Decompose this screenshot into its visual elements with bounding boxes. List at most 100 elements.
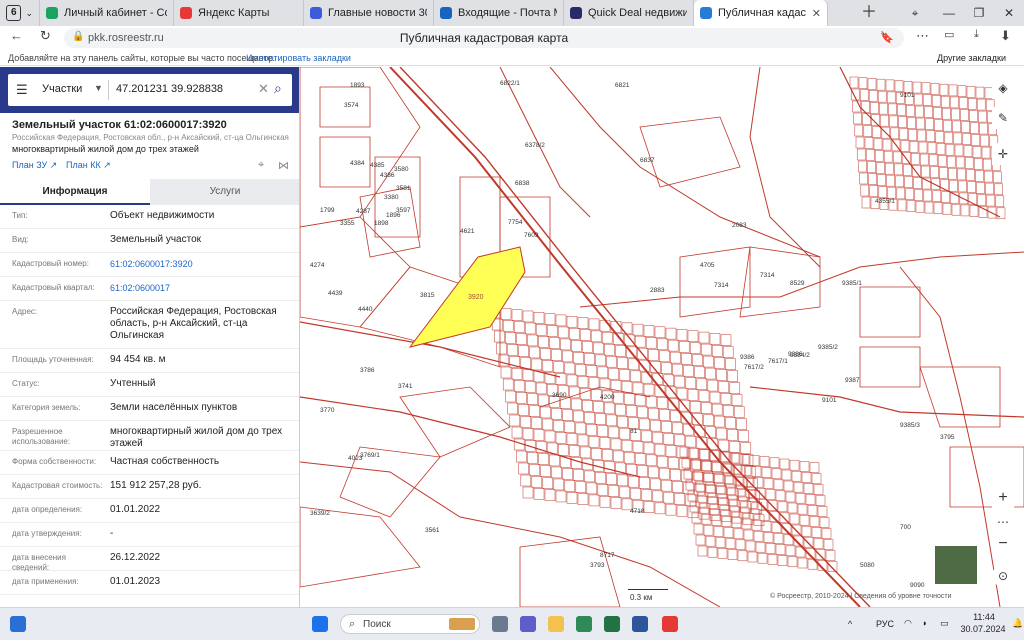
store-icon[interactable] — [576, 616, 592, 632]
tab-favicon-icon — [570, 7, 582, 19]
parcel-cell — [729, 441, 741, 453]
locate-icon[interactable]: ✛ — [992, 143, 1014, 165]
property-link[interactable]: 61:02:0600017:3920 — [110, 258, 290, 270]
tray-chevron-icon[interactable]: ^ — [848, 619, 852, 629]
parcel-number-label: 3639/2 — [310, 510, 330, 517]
property-row: дата утверждения: - — [0, 523, 299, 547]
parcel-cell — [910, 153, 920, 165]
close-tab-icon[interactable]: ✕ — [812, 7, 821, 20]
clock-time[interactable]: 11:44 — [964, 612, 1004, 622]
refresh-icon[interactable]: ↻ — [40, 28, 51, 44]
download-icon[interactable]: ⬇ — [1000, 28, 1011, 44]
widgets-icon[interactable] — [10, 616, 26, 632]
address-field[interactable]: 🔒 pkk.rosreestr.ru Публичная кадастровая… — [64, 28, 904, 48]
property-key: дата применения: — [12, 577, 79, 586]
teams-icon[interactable] — [520, 616, 536, 632]
parcel-cell — [967, 98, 977, 110]
parcel-cell — [593, 342, 604, 355]
property-row: Статус: Учтенный — [0, 373, 299, 397]
parcel-cell — [599, 495, 611, 508]
explorer-icon[interactable] — [548, 616, 564, 632]
property-table: Тип: Объект недвижимости Вид: Земельный уча… — [0, 205, 299, 595]
tab-quickdeal[interactable]: Quick Deal недвижимост — [564, 0, 694, 26]
zoom-out-button[interactable]: − — [992, 533, 1014, 555]
parcel-cell — [738, 430, 749, 442]
layers-icon[interactable]: ◈ — [992, 77, 1014, 99]
new-tab-button[interactable]: ＋ — [854, 0, 884, 26]
start-icon[interactable] — [312, 616, 328, 632]
notification-icon[interactable]: 🔔 — [1012, 618, 1023, 629]
parcel-cell — [544, 489, 556, 501]
search-type-select[interactable]: Участки — [42, 83, 82, 95]
property-link[interactable]: 61:02:0600017 — [110, 282, 290, 294]
more-icon[interactable]: ⋯ — [916, 28, 929, 44]
yandex-browser-icon[interactable] — [662, 616, 678, 632]
parcel-cell — [691, 458, 702, 470]
property-row: Кадастровый квартал: 61:02:0600017 — [0, 277, 299, 301]
parcel-cell — [720, 393, 732, 405]
satellite-minimap[interactable] — [934, 545, 978, 585]
parcel-cell — [948, 84, 958, 97]
pencil-icon[interactable]: ✎ — [992, 107, 1014, 129]
chevron-down-icon[interactable]: ▼ — [94, 83, 103, 93]
parcel-cell — [577, 375, 589, 388]
compass-icon[interactable]: ⊙ — [992, 565, 1014, 587]
volume-icon[interactable]: ◗ — [922, 618, 927, 628]
parcel-cell — [971, 134, 981, 146]
parcel-cell — [727, 495, 738, 507]
extensions-icon[interactable]: ⤓ — [974, 28, 979, 41]
tab-messenger[interactable]: Личный кабинет - Сообщ — [40, 0, 174, 26]
cadastral-map[interactable]: 3920 6822/1 6821 6837 6838 4621 7754 7609 7314 7… — [300, 67, 1024, 607]
parcel-cell — [960, 204, 970, 217]
clear-icon[interactable]: ✕ — [258, 81, 269, 97]
parcel-number-label: 7754 — [508, 219, 523, 226]
wifi-icon[interactable]: ◠ — [904, 618, 912, 629]
zoom-in-button[interactable]: + — [992, 487, 1014, 509]
tab-counter[interactable]: 6 ⌄ — [0, 0, 40, 26]
search-icon[interactable]: ⌕ — [274, 80, 282, 97]
clock-date[interactable]: 30.07.2024 — [956, 624, 1010, 634]
parcel-cell — [894, 163, 903, 176]
more-dots-icon[interactable]: ⋯ — [992, 511, 1014, 533]
parcel-number-label: 9101 — [900, 92, 915, 99]
parcel-cell — [867, 161, 876, 173]
parcel-number-label: 8529 — [790, 280, 805, 287]
parcel-cell — [737, 496, 748, 508]
close-window-button[interactable]: ✕ — [994, 0, 1024, 26]
share-icon[interactable]: ⋈ — [278, 159, 289, 172]
property-key: Площадь уточненная: — [12, 355, 94, 364]
parcel-cell — [562, 350, 573, 363]
other-bookmarks-link[interactable]: Другие закладки — [937, 53, 1006, 63]
tab-mail[interactable]: Входящие - Почта Mail.ru — [434, 0, 564, 26]
tab-cadastral-map[interactable]: Публичная кадастровая ✕ — [694, 0, 828, 26]
parcel-cell — [915, 105, 924, 118]
minimize-button[interactable]: — — [934, 0, 964, 26]
task-view-icon[interactable] — [492, 616, 508, 632]
tab-news[interactable]: Главные новости 30 июл — [304, 0, 434, 26]
map-canvas[interactable]: 3920 6822/1 6821 6837 6838 4621 77547609 7314 7… — [300, 67, 1024, 607]
parcel-number-label: 3574 — [344, 102, 359, 109]
excel-icon[interactable] — [604, 616, 620, 632]
tab-info[interactable]: Информация — [0, 179, 150, 205]
word-icon[interactable] — [632, 616, 648, 632]
tab-services[interactable]: Услуги — [150, 179, 299, 205]
search-input[interactable]: 47.201231 39.928838 — [116, 83, 223, 95]
parcel-number-label: 1893 — [350, 82, 365, 89]
parcel-cell — [707, 546, 718, 558]
import-bookmarks-link[interactable]: Импортировать закладки — [246, 53, 351, 63]
plan-zu-link[interactable]: План ЗУ ↗ — [12, 160, 57, 171]
battery-tray-icon[interactable]: ▭ — [940, 618, 949, 629]
property-value: 01.01.2023 — [110, 576, 161, 587]
pin-icon[interactable]: ⌖ — [900, 0, 930, 26]
bookmark-icon[interactable]: 🔖 — [880, 31, 894, 44]
taskbar-search[interactable]: ⌕ Поиск — [340, 614, 480, 634]
parcel-cell — [518, 345, 529, 357]
tab-yandex-maps[interactable]: Яндекс Карты — [174, 0, 304, 26]
plan-kk-link[interactable]: План КК ↗ — [66, 160, 111, 171]
zoom-to-icon[interactable]: ⌖ — [258, 159, 264, 172]
restore-button[interactable]: ❐ — [964, 0, 994, 26]
parcel-number-label: 9386 — [788, 351, 803, 358]
back-arrow-icon[interactable]: ← — [10, 28, 23, 43]
language-indicator[interactable]: РУС — [876, 619, 894, 629]
menu-icon[interactable]: ☰ — [16, 82, 28, 98]
